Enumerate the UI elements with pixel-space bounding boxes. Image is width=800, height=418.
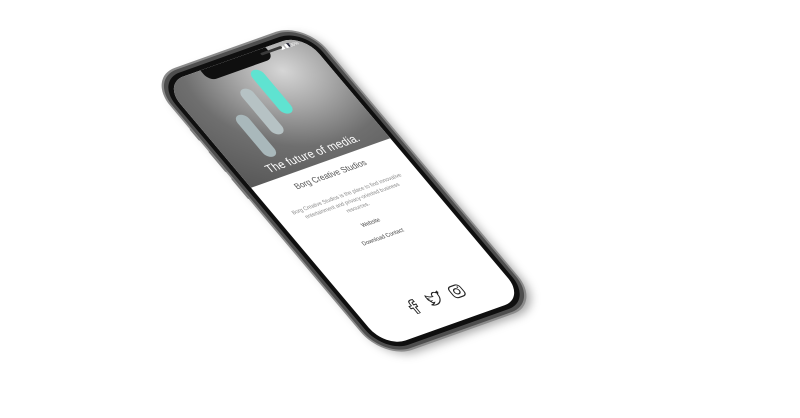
mockup-stage: The future of media. 85% Borg Creative S… — [0, 0, 800, 418]
twitter-icon[interactable] — [421, 289, 449, 310]
instagram-icon[interactable] — [443, 281, 471, 302]
phone-device: The future of media. 85% Borg Creative S… — [150, 24, 539, 358]
facebook-icon[interactable] — [399, 296, 427, 317]
social-links — [359, 267, 511, 332]
